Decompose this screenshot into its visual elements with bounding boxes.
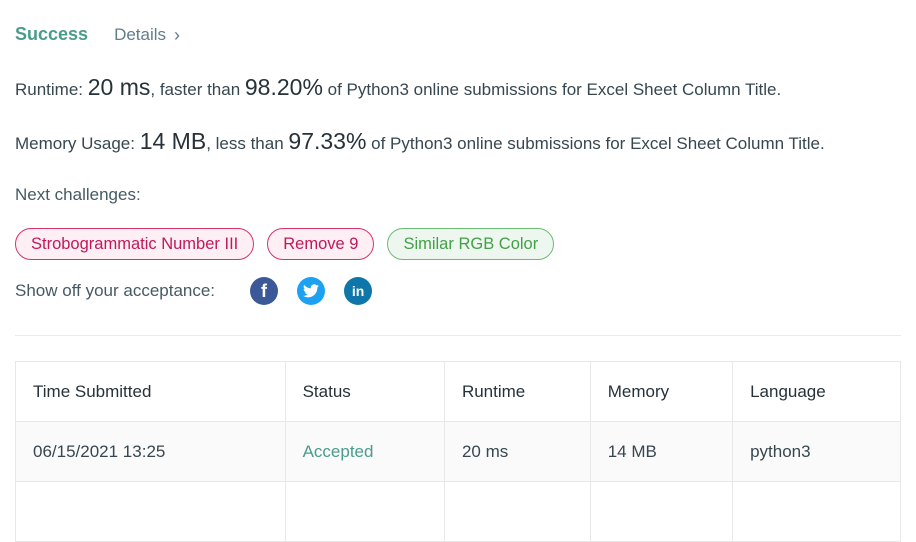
challenge-tag-strobogrammatic-number-iii[interactable]: Strobogrammatic Number III	[15, 228, 255, 260]
share-label: Show off your acceptance:	[15, 281, 216, 300]
table-header-row: Time Submitted Status Runtime Memory Lan…	[15, 361, 901, 422]
runtime-summary: Runtime: 20 ms, faster than 98.20% of Py…	[15, 74, 781, 101]
column-header-language: Language	[732, 361, 901, 422]
column-header-runtime: Runtime	[443, 361, 591, 422]
share-icons: f in	[250, 277, 373, 305]
details-link[interactable]: Details ›	[114, 25, 180, 45]
challenge-tag-similar-rgb-color[interactable]: Similar RGB Color	[387, 228, 555, 260]
next-challenges-label: Next challenges:	[15, 185, 141, 204]
table-row: 06/15/2021 13:25 Accepted 20 ms 14 MB py…	[15, 421, 901, 482]
facebook-icon[interactable]: f	[250, 277, 279, 305]
runtime-comparison: , faster than	[150, 80, 245, 99]
cell-time-submitted: 06/15/2021 13:25	[15, 421, 286, 482]
memory-suffix: of Python3 online submissions for Excel …	[366, 134, 825, 153]
result-header: Success Details ›	[15, 24, 180, 45]
memory-value: 14 MB	[139, 128, 207, 154]
share-acceptance: Show off your acceptance: f in	[15, 277, 373, 305]
submission-status-title: Success	[15, 24, 89, 44]
column-header-memory: Memory	[589, 361, 734, 422]
cell-runtime: 20 ms	[443, 421, 591, 482]
submissions-table: Time Submitted Status Runtime Memory Lan…	[15, 361, 901, 542]
runtime-percent: 98.20%	[244, 74, 323, 100]
section-divider	[15, 335, 901, 336]
runtime-value: 20 ms	[87, 74, 151, 100]
challenge-tag-remove-9[interactable]: Remove 9	[267, 228, 375, 260]
column-header-status: Status	[284, 361, 445, 422]
details-label: Details	[114, 24, 167, 44]
memory-summary: Memory Usage: 14 MB, less than 97.33% of…	[15, 128, 825, 155]
twitter-icon[interactable]	[297, 277, 326, 305]
linkedin-icon[interactable]: in	[344, 277, 373, 305]
chevron-right-icon: ›	[174, 24, 181, 45]
runtime-label: Runtime:	[15, 80, 88, 99]
cell-language: python3	[732, 421, 901, 482]
cell-memory: 14 MB	[589, 421, 734, 482]
memory-percent: 97.33%	[288, 128, 367, 154]
memory-comparison: , less than	[206, 134, 289, 153]
memory-label: Memory Usage:	[15, 134, 140, 153]
column-header-time-submitted: Time Submitted	[15, 361, 286, 422]
status-accepted-link[interactable]: Accepted	[303, 442, 374, 461]
runtime-suffix: of Python3 online submissions for Excel …	[322, 80, 782, 99]
next-challenges-list: Strobogrammatic Number III Remove 9 Simi…	[15, 228, 555, 260]
